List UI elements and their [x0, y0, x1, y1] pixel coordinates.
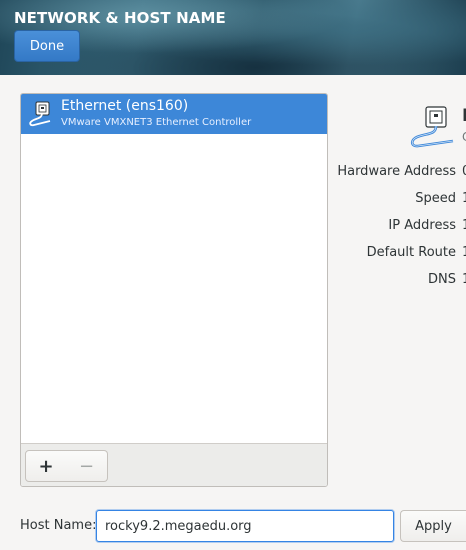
device-list: Ethernet (ens160) VMware VMXNET3 Etherne…: [20, 93, 328, 487]
detail-row-speed: Speed 1: [300, 191, 466, 209]
detail-row-default-route: Default Route 1: [300, 245, 466, 263]
detail-row-ip-address: IP Address 1: [300, 218, 466, 236]
apply-button[interactable]: Apply: [400, 510, 466, 542]
page-title: NETWORK & HOST NAME: [14, 9, 226, 27]
host-name-label: Host Name:: [20, 518, 97, 533]
network-wired-icon: [29, 101, 51, 127]
detail-value: 1: [462, 191, 466, 206]
host-name-input[interactable]: [96, 510, 394, 542]
header-banner: NETWORK & HOST NAME Done: [0, 0, 466, 75]
device-list-item-ethernet[interactable]: Ethernet (ens160) VMware VMXNET3 Etherne…: [21, 94, 327, 134]
device-name: Ethernet (ens160): [61, 98, 189, 114]
detail-row-hardware-address: Hardware Address 0: [300, 164, 466, 182]
detail-label: Default Route: [366, 245, 456, 260]
network-wired-icon: [410, 106, 454, 148]
detail-row-dns: DNS 1: [300, 272, 466, 290]
remove-device-button[interactable]: −: [66, 450, 108, 482]
detail-device-status: C: [462, 130, 466, 144]
device-list-toolbar: + −: [21, 443, 327, 486]
detail-value: 1: [462, 272, 466, 287]
detail-value: 1: [462, 218, 466, 233]
detail-value: 1: [462, 245, 466, 260]
detail-label: Speed: [415, 191, 456, 206]
done-button[interactable]: Done: [14, 30, 80, 62]
detail-value: 0: [462, 164, 466, 179]
detail-label: DNS: [428, 272, 456, 287]
detail-device-name: E: [462, 106, 466, 126]
device-description: VMware VMXNET3 Ethernet Controller: [61, 117, 252, 128]
detail-label: IP Address: [388, 218, 456, 233]
add-device-button[interactable]: +: [25, 450, 67, 482]
detail-label: Hardware Address: [337, 164, 456, 179]
